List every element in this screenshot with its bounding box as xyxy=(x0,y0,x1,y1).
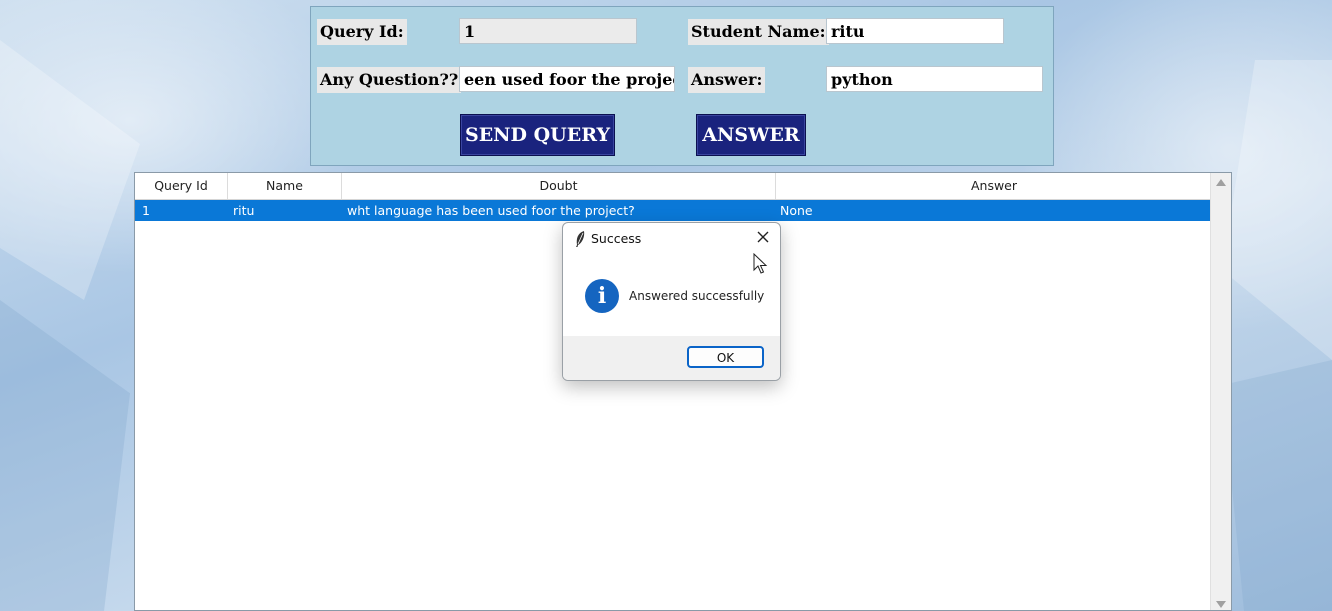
dialog-footer: OK xyxy=(563,336,780,380)
student-name-field[interactable]: ritu xyxy=(826,18,1004,44)
query-form-panel: Query Id: 1 Student Name: ritu Any Quest… xyxy=(310,6,1054,166)
column-header-name[interactable]: Name xyxy=(228,173,342,199)
query-id-label: Query Id: xyxy=(317,19,407,45)
column-header-doubt[interactable]: Doubt xyxy=(342,173,776,199)
column-header-query-id[interactable]: Query Id xyxy=(135,173,228,199)
background-facet xyxy=(0,40,140,300)
cell-answer: None xyxy=(780,203,813,218)
background-facet xyxy=(1222,360,1332,611)
cell-query-id: 1 xyxy=(142,203,150,218)
success-dialog: Success i Answered successfully OK xyxy=(562,222,781,381)
vertical-scrollbar[interactable] xyxy=(1210,173,1231,610)
column-header-answer[interactable]: Answer xyxy=(776,173,1212,199)
dialog-message: Answered successfully xyxy=(629,289,765,303)
dialog-title: Success xyxy=(591,231,642,246)
cell-name: ritu xyxy=(233,203,255,218)
background-facet xyxy=(1222,60,1332,360)
question-field[interactable]: een used foor the project? xyxy=(459,66,675,92)
table-header: Query Id Name Doubt Answer xyxy=(135,173,1212,200)
student-name-label: Student Name: xyxy=(688,19,829,45)
send-query-button[interactable]: SEND QUERY xyxy=(460,114,615,156)
feather-icon xyxy=(576,231,585,247)
dialog-title-bar[interactable]: Success xyxy=(563,223,780,253)
cell-doubt: wht language has been used foor the proj… xyxy=(347,203,635,218)
scroll-up-arrow-icon[interactable] xyxy=(1216,179,1226,186)
answer-button[interactable]: ANSWER xyxy=(696,114,806,156)
scroll-down-arrow-icon[interactable] xyxy=(1216,601,1226,608)
answer-field[interactable]: python xyxy=(826,66,1043,92)
close-icon[interactable] xyxy=(756,230,770,244)
mouse-cursor-icon xyxy=(753,253,768,274)
query-id-field[interactable]: 1 xyxy=(459,18,637,44)
ok-button[interactable]: OK xyxy=(687,346,764,368)
info-icon: i xyxy=(585,279,619,313)
question-label: Any Question?? xyxy=(317,67,462,93)
answer-label: Answer: xyxy=(688,67,766,93)
background-facet xyxy=(0,300,130,611)
table-row[interactable]: 1 ritu wht language has been used foor t… xyxy=(135,200,1211,221)
